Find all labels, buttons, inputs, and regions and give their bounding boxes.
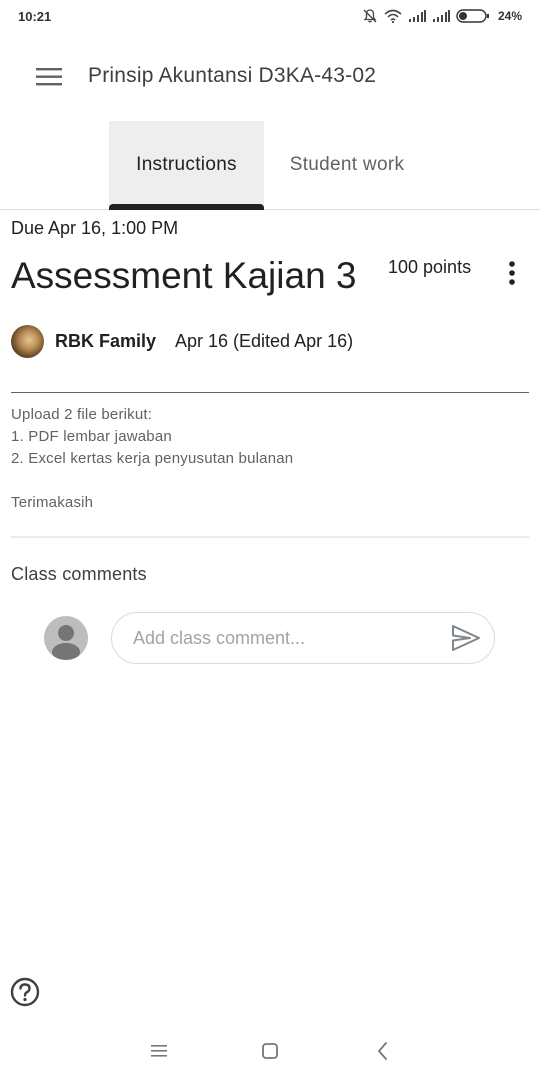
description-line: 1. PDF lembar jawaban xyxy=(11,428,172,445)
class-title: Prinsip Akuntansi D3KA-43-02 xyxy=(88,64,377,87)
assignment-points: 100 points xyxy=(388,257,472,277)
due-date: Due Apr 16, 1:00 PM xyxy=(11,218,179,238)
author-name: RBK Family xyxy=(55,331,157,351)
description-line: 2. Excel kertas kerja penyusutan bulanan xyxy=(11,450,294,467)
wifi-icon xyxy=(384,9,402,23)
recent-apps-icon[interactable] xyxy=(144,1036,174,1066)
description-blank-line xyxy=(11,470,521,492)
help-icon[interactable] xyxy=(10,977,40,1007)
divider xyxy=(11,536,529,538)
tab-student-work[interactable]: Student work xyxy=(274,121,420,209)
user-avatar-icon xyxy=(44,616,88,660)
description-line: Upload 2 file berikut: xyxy=(11,406,153,423)
more-vert-icon[interactable] xyxy=(504,259,520,289)
class-comments-header: Class comments xyxy=(11,564,147,584)
back-icon[interactable] xyxy=(368,1036,398,1066)
home-icon[interactable] xyxy=(255,1036,285,1066)
battery-icon xyxy=(456,9,490,23)
author-avatar xyxy=(11,325,44,358)
tab-instructions[interactable]: Instructions xyxy=(109,121,264,209)
battery-level: 24% xyxy=(497,9,522,23)
description-line: Terimakasih xyxy=(11,494,94,511)
status-bar: 10:21 24% xyxy=(0,0,540,34)
tab-bar: Instructions Student work xyxy=(0,121,540,210)
page: 10:21 24% Prinsip Akuntansi D3KA-43-02 I… xyxy=(0,0,540,1080)
author-row: RBK Family Apr 16 (Edited Apr 16) xyxy=(11,324,531,360)
signal-icon xyxy=(408,10,426,22)
status-time: 10:21 xyxy=(18,9,52,24)
class-comment-input[interactable] xyxy=(111,612,495,664)
hamburger-menu-icon[interactable] xyxy=(36,66,64,88)
assignment-description: Upload 2 file berikut: 1. PDF lembar jaw… xyxy=(11,404,521,514)
assignment-title: Assessment Kajian 3 xyxy=(11,255,357,296)
signal-icon xyxy=(432,10,450,22)
system-nav-bar xyxy=(0,1030,540,1080)
app-bar: Prinsip Akuntansi D3KA-43-02 xyxy=(0,50,540,104)
status-icons: 24% xyxy=(362,8,522,24)
send-icon[interactable] xyxy=(451,624,481,652)
active-tab-indicator xyxy=(109,204,264,210)
mute-icon xyxy=(362,8,378,24)
post-date: Apr 16 (Edited Apr 16) xyxy=(175,331,354,351)
divider xyxy=(11,392,529,393)
